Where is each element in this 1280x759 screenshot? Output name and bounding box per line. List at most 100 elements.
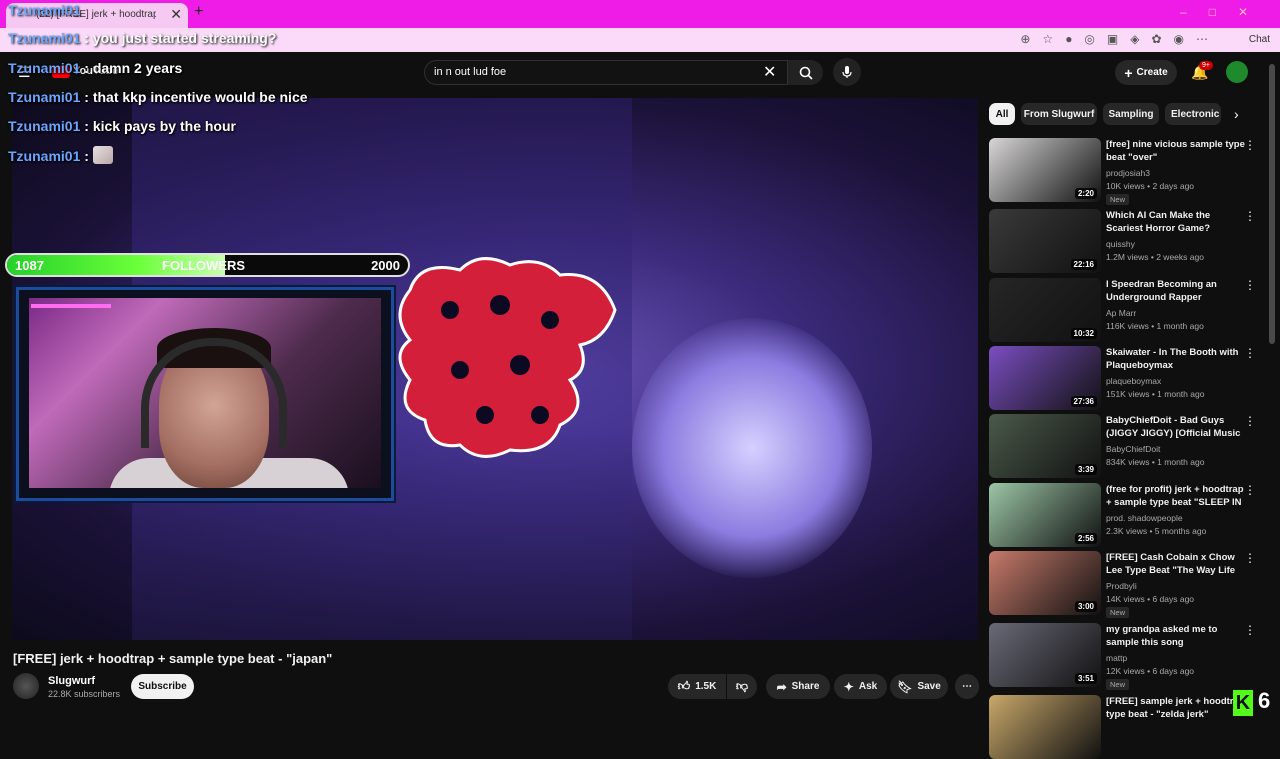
- chat-text: damn 2 years: [92, 60, 183, 76]
- chip-all[interactable]: All: [989, 103, 1015, 125]
- recommendation-meta: 116K views • 1 month ago: [1106, 321, 1204, 331]
- webcam-overlay: [16, 287, 394, 501]
- recommendation-channel[interactable]: prodjosiah3: [1106, 168, 1150, 178]
- new-tab-icon[interactable]: +: [194, 3, 203, 21]
- like-count: 1.5K: [695, 681, 717, 692]
- recommendation-title[interactable]: Skaiwater - In The Booth with Plaqueboym…: [1106, 346, 1246, 372]
- recommendation-item[interactable]: [FREE] sample jerk + hoodtrap type beat …: [989, 695, 1264, 759]
- duration-badge: 3:00: [1074, 601, 1097, 612]
- chevron-right-icon[interactable]: ›: [1234, 106, 1239, 122]
- recommendation-title[interactable]: Which AI Can Make the Scariest Horror Ga…: [1106, 209, 1246, 235]
- save-button[interactable]: 🔖︎ Save: [890, 674, 948, 699]
- chat-text: you just started streaming?: [92, 30, 277, 46]
- cat-emote-icon: [92, 146, 113, 164]
- extension-icons[interactable]: ⊕☆●◎▣◈✿◉⋯: [1020, 32, 1220, 46]
- share-button[interactable]: ➦ Share: [766, 674, 830, 699]
- bookmark-icon: 🔖︎: [897, 679, 913, 694]
- recommendation-title[interactable]: [FREE] Cash Cobain x Chow Lee Type Beat …: [1106, 551, 1246, 578]
- recommendation-channel[interactable]: quisshy: [1106, 239, 1135, 249]
- thumbs-down-icon: 👎︎: [735, 679, 749, 693]
- recommendation-title[interactable]: my grandpa asked me to sample this song: [1106, 623, 1246, 649]
- search-icon: [799, 66, 813, 80]
- plus-icon: +: [1124, 64, 1133, 81]
- new-badge: New: [1106, 607, 1130, 618]
- chat-text: that kkp incentive would be nice: [92, 89, 308, 105]
- more-options-icon[interactable]: ⋮: [1244, 483, 1256, 497]
- recommendation-item[interactable]: 22:16 Which AI Can Make the Scariest Horr…: [989, 209, 1264, 273]
- dislike-button[interactable]: 👎︎: [727, 674, 757, 699]
- more-options-icon[interactable]: ⋮: [1244, 138, 1256, 152]
- window-controls[interactable]: –□✕: [1180, 5, 1270, 19]
- more-options-icon[interactable]: ⋮: [1244, 346, 1256, 360]
- recommendation-channel[interactable]: mattp: [1106, 653, 1127, 663]
- ask-label: Ask: [858, 681, 878, 692]
- recommendation-item[interactable]: 2:20 [free] nine vicious sample type beat…: [989, 138, 1264, 205]
- follower-label: FOLLOWERS: [162, 258, 246, 273]
- chat-username-top: Tzunami01: [8, 2, 81, 18]
- recommendation-meta: 12K views • 6 days ago: [1106, 666, 1195, 676]
- recommendation-title[interactable]: [FREE] sample jerk + hoodtrap type beat …: [1106, 695, 1246, 721]
- clear-search-icon[interactable]: ✕: [763, 62, 776, 82]
- recommendation-title[interactable]: [free] nine vicious sample type beat "ov…: [1106, 138, 1246, 164]
- notification-count-badge: 9+: [1199, 61, 1213, 70]
- chat-message: Tzunami01 : damn 2 years: [8, 60, 183, 76]
- chat-username: Tzunami01: [8, 89, 81, 105]
- subscribe-button[interactable]: Subscribe: [131, 674, 194, 699]
- recommendation-item[interactable]: 10:32 I Speedran Becoming an Underground …: [989, 278, 1264, 342]
- recommendation-channel[interactable]: Prodbyli: [1106, 581, 1137, 591]
- ask-button[interactable]: ✦ Ask: [834, 674, 887, 699]
- search-button[interactable]: [788, 60, 823, 85]
- close-tab-icon[interactable]: ✕: [170, 6, 182, 23]
- recommendation-title[interactable]: (free for profit) jerk + hoodtrap + samp…: [1106, 483, 1246, 510]
- recommendation-item[interactable]: 3:39 BabyChiefDoit - Bad Guys (JIGGY JIGG…: [989, 414, 1264, 478]
- subscriber-count: 22.8K subscribers: [48, 689, 121, 699]
- voice-search-button[interactable]: [833, 58, 861, 86]
- new-badge: New: [1106, 194, 1130, 205]
- create-button[interactable]: + Create: [1115, 60, 1177, 85]
- chat-message: Tzunami01 : you just started streaming?: [8, 30, 277, 46]
- more-options-icon[interactable]: ⋮: [1244, 278, 1256, 292]
- chat-username: Tzunami01: [8, 118, 81, 134]
- recommendation-item[interactable]: 27:36 Skaiwater - In The Booth with Plaqu…: [989, 346, 1264, 410]
- chat-text: kick pays by the hour: [92, 118, 236, 134]
- recommendation-meta: 151K views • 1 month ago: [1106, 389, 1205, 399]
- video-thumbnail[interactable]: [989, 695, 1101, 759]
- recommendation-channel[interactable]: plaqueboymax: [1106, 376, 1161, 386]
- recommendation-channel[interactable]: Ap Marr: [1106, 308, 1136, 318]
- channel-name[interactable]: Slugwurf: [48, 675, 95, 687]
- recommendation-meta: 1.2M views • 2 weeks ago: [1106, 252, 1204, 262]
- account-avatar[interactable]: [1226, 61, 1248, 83]
- chat-message: Tzunami01 : that kkp incentive would be …: [8, 89, 308, 105]
- recommendation-channel[interactable]: BabyChiefDoit: [1106, 444, 1160, 454]
- channel-avatar[interactable]: [13, 673, 39, 699]
- recommendation-meta: 834K views • 1 month ago: [1106, 457, 1205, 467]
- share-label: Share: [791, 681, 820, 692]
- share-icon: ➦: [776, 679, 787, 694]
- more-dots-icon: ⋯: [962, 681, 972, 692]
- video-title: [FREE] jerk + hoodtrap + sample type bea…: [13, 651, 333, 666]
- chat-message: Tzunami01 :: [8, 146, 113, 164]
- chip-sampling[interactable]: Sampling: [1103, 103, 1159, 125]
- recommendation-channel[interactable]: prod. shadowpeople: [1106, 513, 1183, 523]
- recommendation-item[interactable]: 3:00 [FREE] Cash Cobain x Chow Lee Type B…: [989, 551, 1264, 618]
- more-actions-button[interactable]: ⋯: [955, 674, 979, 699]
- more-options-icon[interactable]: ⋮: [1244, 551, 1256, 565]
- chat-message: Tzunami01 : kick pays by the hour: [8, 118, 236, 134]
- search-value: in n out lud foe: [434, 66, 507, 78]
- recommendation-title[interactable]: BabyChiefDoit - Bad Guys (JIGGY JIGGY) […: [1106, 414, 1246, 441]
- recommendation-item[interactable]: 2:56 (free for profit) jerk + hoodtrap + …: [989, 483, 1264, 547]
- webcam-led-strip: [31, 304, 111, 308]
- recommendation-title[interactable]: I Speedran Becoming an Underground Rappe…: [1106, 278, 1246, 304]
- sparkle-icon: ✦: [843, 679, 854, 694]
- chat-button[interactable]: Chat: [1249, 34, 1270, 45]
- chip-from-channel[interactable]: From Slugwurf: [1021, 103, 1097, 125]
- scrollbar-thumb[interactable]: [1269, 64, 1275, 344]
- like-button[interactable]: 👍︎ 1.5K: [668, 674, 726, 699]
- recommendation-item[interactable]: 3:51 my grandpa asked me to sample this s…: [989, 623, 1264, 690]
- more-options-icon[interactable]: ⋮: [1244, 209, 1256, 223]
- chip-electronic[interactable]: Electronic M: [1165, 103, 1221, 125]
- duration-badge: 3:39: [1074, 464, 1097, 475]
- more-options-icon[interactable]: ⋮: [1244, 623, 1256, 637]
- video-scene-highlight: [632, 318, 872, 578]
- more-options-icon[interactable]: ⋮: [1244, 414, 1256, 428]
